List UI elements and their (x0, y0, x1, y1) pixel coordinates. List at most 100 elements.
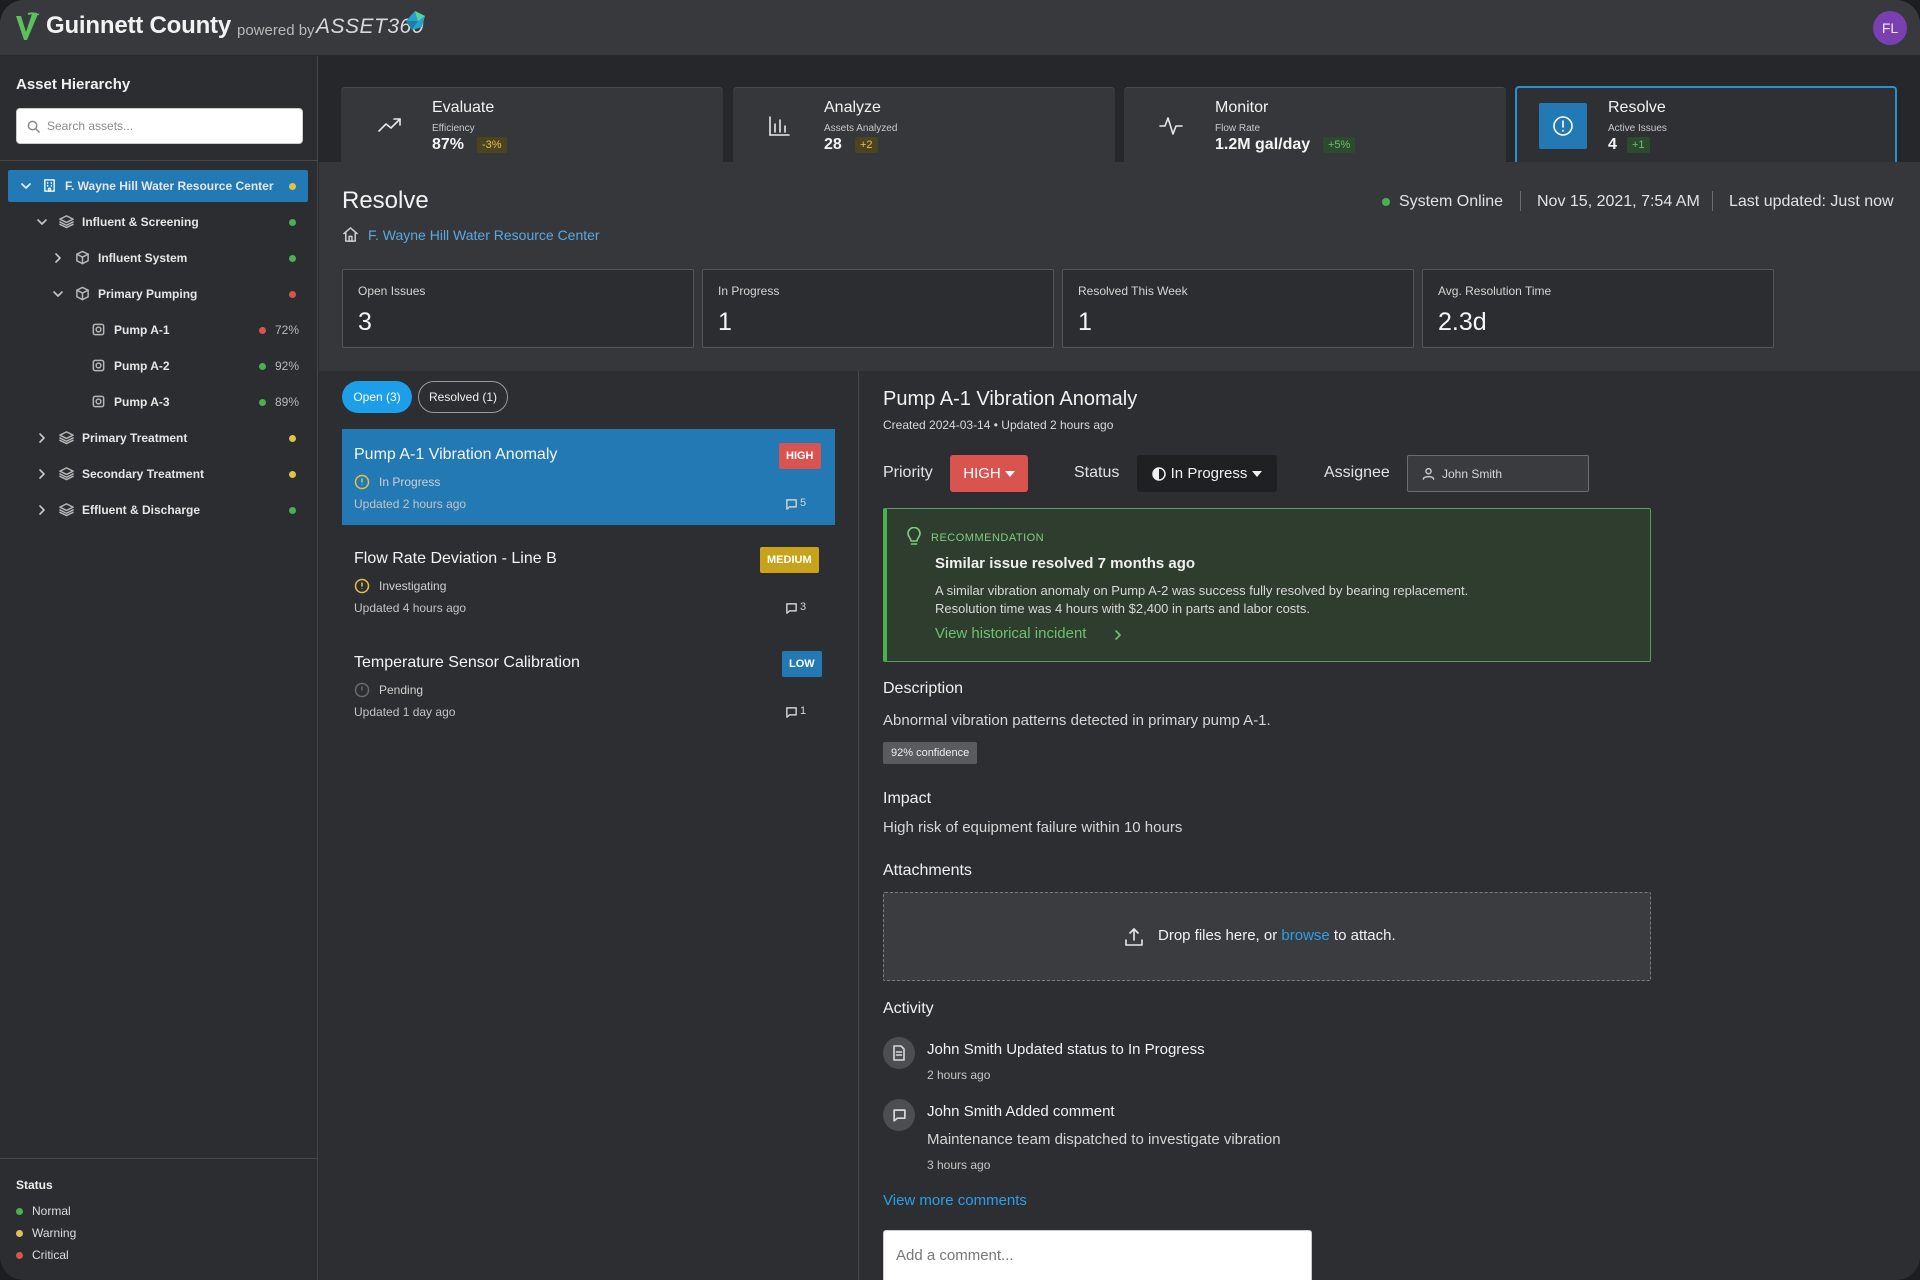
system-status: System Online (1399, 193, 1504, 210)
description-heading: Description (883, 680, 964, 697)
nav-card-resolve[interactable]: Resolve Active Issues 4 +1 (1515, 86, 1897, 162)
chevron-down-icon[interactable] (36, 216, 48, 228)
tree-item-pump-a-2[interactable]: Pump A-2 92% (8, 350, 308, 382)
legend-label: Critical (32, 1248, 69, 1262)
priority-dropdown[interactable]: HIGH (950, 455, 1028, 492)
chevron-down-icon[interactable] (20, 180, 32, 192)
online-status-dot (1382, 198, 1390, 206)
tree-item-pump-a-1[interactable]: Pump A-1 72% (8, 314, 308, 346)
chevron-right-icon[interactable] (36, 468, 48, 480)
view-more-comments-link[interactable]: View more comments (883, 1192, 1027, 1209)
issue-item-pump-a1[interactable]: Pump A-1 Vibration Anomaly In Progress U… (342, 429, 835, 525)
brand-name[interactable]: Guinnett County (46, 12, 231, 40)
nav-card-value: 87% (432, 136, 465, 153)
top-bar: Guinnett County powered by ASSET360 FL (0, 0, 1920, 56)
nav-card-metric-label: Flow Rate (1215, 123, 1261, 134)
nav-card-evaluate[interactable]: Evaluate Efficiency 87% -3% (341, 87, 723, 162)
layers-icon (59, 214, 74, 229)
status-dot (16, 1252, 23, 1259)
activity-time: 2 hours ago (927, 1068, 991, 1082)
box-icon (75, 286, 90, 301)
priority-badge: HIGH (779, 443, 821, 469)
filter-open-tab[interactable]: Open (3) (342, 381, 412, 413)
assignee-field[interactable] (1407, 455, 1589, 492)
browse-link[interactable]: browse (1281, 927, 1329, 944)
issue-item-temperature[interactable]: Temperature Sensor Calibration Pending U… (342, 637, 835, 733)
tree-item-label: Pump A-3 (114, 395, 170, 409)
comment-count: 5 (800, 497, 807, 509)
asset-search-box[interactable] (16, 108, 303, 144)
comment-icon (883, 1099, 915, 1131)
health-percent: 89% (275, 395, 300, 409)
drop-prefix: Drop files here, or (1158, 927, 1278, 944)
home-icon[interactable] (342, 226, 359, 243)
priority-badge: MEDIUM (760, 547, 819, 573)
stat-label: Resolved This Week (1078, 284, 1188, 298)
tree-item-secondary-treatment[interactable]: Secondary Treatment (8, 458, 308, 490)
status-value: In Progress (1170, 465, 1248, 482)
comment-input[interactable] (896, 1243, 1296, 1267)
legend-label: Warning (32, 1226, 77, 1240)
user-avatar[interactable]: FL (1873, 11, 1907, 45)
breadcrumb-link[interactable]: F. Wayne Hill Water Resource Center (368, 227, 600, 243)
comment-box[interactable] (883, 1230, 1312, 1280)
current-datetime: Nov 15, 2021, 7:54 AM (1537, 193, 1700, 210)
tree-item-influent-screening[interactable]: Influent & Screening (8, 206, 308, 238)
stat-value: 3 (358, 308, 372, 336)
status-dot (289, 507, 296, 514)
comment-icon (785, 706, 798, 719)
chevron-down-icon[interactable] (52, 288, 64, 300)
issue-updated: Updated 2 hours ago (354, 497, 467, 511)
tree-item-influent-system[interactable]: Influent System (8, 242, 308, 274)
clock-icon (354, 474, 370, 490)
issue-status: Pending (379, 683, 424, 697)
nav-card-analyze[interactable]: Analyze Assets Analyzed 28 +2 (733, 87, 1115, 162)
confidence-badge: 92% confidence (883, 742, 978, 764)
delta-badge: +2 (855, 137, 878, 153)
issue-item-flow-rate[interactable]: Flow Rate Deviation - Line B Investigati… (342, 533, 835, 629)
nav-card-title: Resolve (1608, 99, 1666, 116)
status-dot (289, 219, 296, 226)
tree-item-f-wayne-hill[interactable]: F. Wayne Hill Water Resource Center (8, 170, 308, 202)
status-dot (289, 255, 296, 262)
issue-title: Flow Rate Deviation - Line B (354, 550, 557, 567)
box-icon (75, 250, 90, 265)
assignee-input[interactable] (1442, 456, 1582, 491)
status-dropdown[interactable]: In Progress (1137, 455, 1277, 492)
asset-search-input[interactable] (47, 109, 297, 143)
recommendation-body: A similar vibration anomaly on Pump A-2 … (935, 583, 1469, 598)
issue-detail-meta: Created 2024-03-14 • Updated 2 hours ago (883, 418, 1114, 432)
legend-title: Status (16, 1178, 53, 1192)
activity-time: 3 hours ago (927, 1158, 991, 1172)
tree-item-primary-pumping[interactable]: Primary Pumping (8, 278, 308, 310)
view-historical-incident-link[interactable]: View historical incident (935, 625, 1086, 642)
tree-item-primary-treatment[interactable]: Primary Treatment (8, 422, 308, 454)
nav-card-title: Evaluate (432, 99, 495, 116)
health-percent: 72% (275, 323, 300, 337)
pulse-icon (1158, 114, 1184, 138)
filter-resolved-tab[interactable]: Resolved (1) (418, 381, 508, 413)
chevron-right-icon[interactable] (1113, 629, 1123, 641)
stat-value: 2.3d (1438, 308, 1487, 336)
tree-item-pump-a-3[interactable]: Pump A-3 89% (8, 386, 308, 418)
recommendation-kicker: RECOMMENDATION (931, 532, 1045, 544)
building-icon (42, 178, 57, 193)
comment-count: 1 (800, 705, 807, 717)
issue-title: Pump A-1 Vibration Anomaly (354, 446, 558, 463)
attachment-dropzone[interactable]: Drop files here, or browse to attach. (883, 892, 1651, 981)
nav-card-monitor[interactable]: Monitor Flow Rate 1.2M gal/day +5% (1124, 87, 1506, 162)
status-dot (259, 399, 266, 406)
chevron-right-icon[interactable] (36, 504, 48, 516)
nav-card-metric-label: Efficiency (432, 123, 475, 134)
alert-circle-icon (1539, 103, 1587, 149)
tree-item-label: Primary Pumping (98, 287, 198, 301)
chevron-right-icon[interactable] (52, 252, 64, 264)
caret-down-icon (1004, 470, 1015, 477)
divider (0, 160, 318, 161)
issue-status: In Progress (379, 475, 441, 489)
divider (0, 1158, 318, 1159)
page-title: Resolve (342, 187, 429, 214)
tree-item-effluent-discharge[interactable]: Effluent & Discharge (8, 494, 308, 526)
chevron-right-icon[interactable] (36, 432, 48, 444)
status-dot (259, 363, 266, 370)
